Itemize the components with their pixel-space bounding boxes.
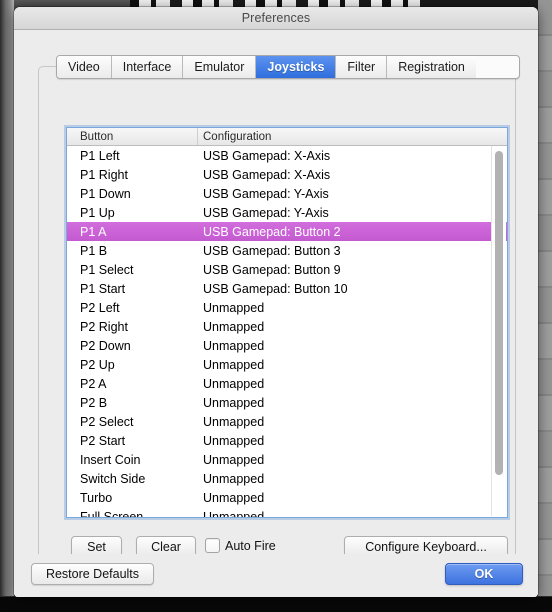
- cell-configuration: USB Gamepad: X-Axis: [203, 148, 331, 163]
- table-header-row: Button Configuration: [67, 128, 507, 146]
- table-row[interactable]: P1 A USB Gamepad: Button 2: [67, 222, 507, 241]
- table-body: P1 Left USB Gamepad: X-Axis P1 Right USB Ga…: [67, 146, 507, 518]
- cell-configuration: USB Gamepad: Button 9: [203, 262, 341, 277]
- cell-button-name: Full Screen: [80, 509, 144, 518]
- cell-button-name: P2 Select: [80, 414, 134, 429]
- joystick-mapping-table[interactable]: Button Configuration P1 Left USB Gamepad:…: [66, 127, 508, 518]
- dialog-body: Video Interface Emulator Joysticks Filter Reg…: [14, 30, 538, 597]
- table-row[interactable]: Turbo Unmapped: [67, 488, 507, 507]
- cell-button-name: P1 Select: [80, 262, 134, 277]
- cell-configuration: Unmapped: [203, 357, 265, 372]
- background-left-edge: [0, 0, 14, 612]
- cell-configuration: USB Gamepad: Y-Axis: [203, 205, 329, 220]
- background-bottom-bar: [0, 597, 552, 612]
- table-row[interactable]: P2 A Unmapped: [67, 374, 507, 393]
- table-row[interactable]: P1 B USB Gamepad: Button 3: [67, 241, 507, 260]
- table-row[interactable]: P2 Right Unmapped: [67, 317, 507, 336]
- cell-button-name: P2 B: [80, 395, 108, 410]
- table-row[interactable]: P2 B Unmapped: [67, 393, 507, 412]
- tab-joysticks[interactable]: Joysticks: [256, 56, 337, 78]
- checkbox-box-icon[interactable]: [205, 538, 220, 553]
- cell-button-name: P1 Left: [80, 148, 120, 163]
- tab-interface[interactable]: Interface: [111, 56, 184, 78]
- cell-button-name: P2 Start: [80, 433, 126, 448]
- cell-configuration: USB Gamepad: Button 2: [203, 224, 341, 239]
- tab-filter[interactable]: Filter: [336, 56, 388, 78]
- column-header-configuration[interactable]: Configuration: [198, 128, 507, 145]
- column-header-button[interactable]: Button: [67, 128, 198, 145]
- auto-fire-checkbox[interactable]: Auto Fire: [205, 538, 276, 553]
- cell-configuration: USB Gamepad: Button 3: [203, 243, 341, 258]
- cell-configuration: USB Gamepad: Button 10: [203, 281, 348, 296]
- table-row[interactable]: P1 Left USB Gamepad: X-Axis: [67, 146, 507, 165]
- restore-defaults-button[interactable]: Restore Defaults: [31, 563, 154, 585]
- cell-button-name: Switch Side: [80, 471, 146, 486]
- cell-configuration: Unmapped: [203, 471, 265, 486]
- cell-configuration: USB Gamepad: X-Axis: [203, 167, 331, 182]
- cell-button-name: P2 Down: [80, 338, 131, 353]
- cell-configuration: Unmapped: [203, 376, 265, 391]
- cell-configuration: USB Gamepad: Y-Axis: [203, 186, 329, 201]
- cell-button-name: P2 Left: [80, 300, 120, 315]
- table-row[interactable]: P1 Right USB Gamepad: X-Axis: [67, 165, 507, 184]
- preferences-window: Preferences Video Interface Emulator Joysti…: [14, 7, 538, 597]
- cell-configuration: Unmapped: [203, 395, 265, 410]
- table-row[interactable]: Switch Side Unmapped: [67, 469, 507, 488]
- cell-button-name: Turbo: [80, 490, 113, 505]
- cell-configuration: Unmapped: [203, 433, 265, 448]
- table-scrollbar[interactable]: [491, 146, 506, 516]
- cell-button-name: P1 B: [80, 243, 108, 258]
- table-row[interactable]: P1 Down USB Gamepad: Y-Axis: [67, 184, 507, 203]
- cell-configuration: Unmapped: [203, 338, 265, 353]
- cell-button-name: P1 A: [80, 224, 107, 239]
- preferences-tabbar: Video Interface Emulator Joysticks Filter Reg…: [56, 55, 520, 79]
- tab-emulator[interactable]: Emulator: [183, 56, 257, 78]
- table-row[interactable]: P1 Up USB Gamepad: Y-Axis: [67, 203, 507, 222]
- auto-fire-label: Auto Fire: [225, 538, 276, 553]
- cell-configuration: Unmapped: [203, 319, 265, 334]
- table-scrollbar-thumb[interactable]: [495, 151, 503, 475]
- table-row[interactable]: Full Screen Unmapped: [67, 507, 507, 518]
- cell-button-name: P1 Right: [80, 167, 128, 182]
- cell-button-name: P2 Right: [80, 319, 128, 334]
- cell-button-name: Insert Coin: [80, 452, 141, 467]
- cell-configuration: Unmapped: [203, 300, 265, 315]
- ok-button[interactable]: OK: [445, 563, 523, 585]
- tab-video[interactable]: Video: [57, 56, 112, 78]
- table-row[interactable]: P2 Start Unmapped: [67, 431, 507, 450]
- table-row[interactable]: Insert Coin Unmapped: [67, 450, 507, 469]
- cell-button-name: P2 Up: [80, 357, 115, 372]
- cell-button-name: P1 Down: [80, 186, 131, 201]
- cell-configuration: Unmapped: [203, 452, 265, 467]
- table-row[interactable]: P2 Select Unmapped: [67, 412, 507, 431]
- cell-configuration: Unmapped: [203, 490, 265, 505]
- table-row[interactable]: P2 Up Unmapped: [67, 355, 507, 374]
- table-row[interactable]: P1 Start USB Gamepad: Button 10: [67, 279, 507, 298]
- cell-button-name: P2 A: [80, 376, 107, 391]
- table-row[interactable]: P1 Select USB Gamepad: Button 9: [67, 260, 507, 279]
- window-title: Preferences: [241, 11, 311, 25]
- table-row[interactable]: P2 Left Unmapped: [67, 298, 507, 317]
- cell-button-name: P1 Start: [80, 281, 126, 296]
- window-titlebar[interactable]: Preferences: [14, 7, 538, 30]
- background-right-edge: [538, 0, 552, 612]
- dialog-footer: Restore Defaults OK: [14, 554, 538, 597]
- tab-registration[interactable]: Registration: [387, 56, 476, 78]
- cell-button-name: P1 Up: [80, 205, 115, 220]
- cell-configuration: Unmapped: [203, 414, 265, 429]
- table-row[interactable]: P2 Down Unmapped: [67, 336, 507, 355]
- cell-configuration: Unmapped: [203, 509, 265, 518]
